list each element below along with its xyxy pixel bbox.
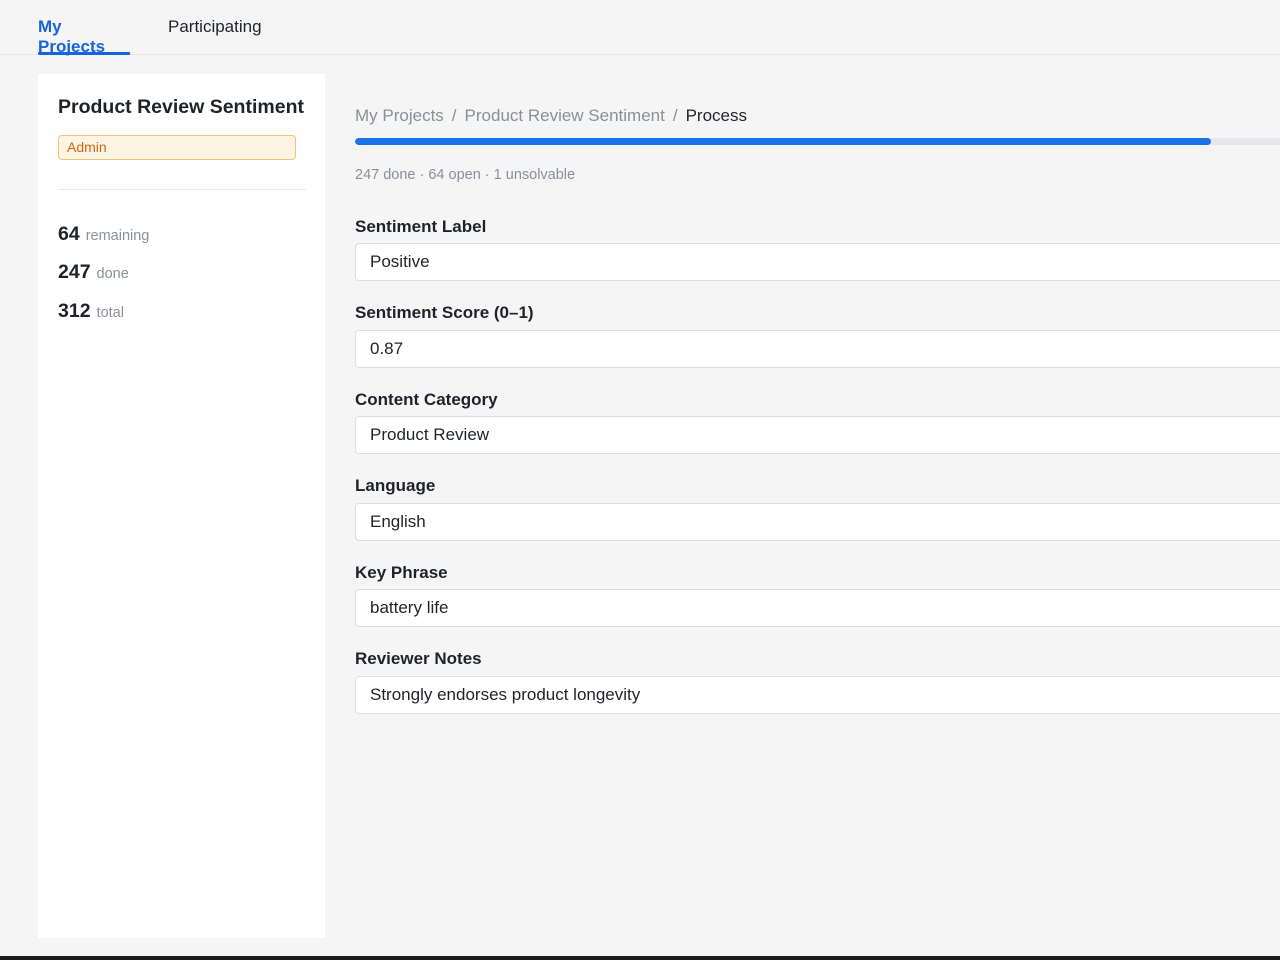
language-label: Language <box>355 476 436 495</box>
breadcrumb: My Projects / Product Review Sentiment / Pro… <box>355 106 747 126</box>
stat-label: done <box>96 266 129 282</box>
progress-summary: 247 done · 64 open · 1 unsolvable <box>355 167 576 183</box>
stat-done: 247 done <box>58 261 129 284</box>
breadcrumb-separator: / <box>451 106 457 125</box>
stat-value: 64 <box>58 223 80 245</box>
sentiment-score-input[interactable] <box>355 330 1280 368</box>
stat-remaining: 64 remaining <box>58 223 149 246</box>
key-phrase-input[interactable] <box>355 589 1280 627</box>
progress-fill <box>355 138 1211 145</box>
content-category-input[interactable] <box>355 416 1280 454</box>
project-sidebar: Product Review Sentiment Admin 64 remaini… <box>38 74 325 938</box>
tab-my-projects[interactable]: My Projects <box>38 17 130 56</box>
top-nav: My Projects Participating <box>0 0 1280 56</box>
language-input[interactable] <box>355 503 1280 541</box>
sentiment-label-input[interactable] <box>355 243 1280 281</box>
breadcrumb-project[interactable]: Product Review Sentiment <box>465 106 665 125</box>
sentiment-score-label: Sentiment Score (0–1) <box>355 303 534 322</box>
content-category-label: Content Category <box>355 390 498 409</box>
stat-value: 312 <box>58 300 91 322</box>
progress-bar <box>355 138 1280 145</box>
sentiment-label-label: Sentiment Label <box>355 217 487 236</box>
stat-total: 312 total <box>58 300 124 323</box>
stat-label: remaining <box>85 228 150 244</box>
project-title: Product Review Sentiment <box>58 96 304 118</box>
breadcrumb-separator: / <box>672 106 678 125</box>
breadcrumb-current: Process <box>685 106 748 125</box>
sidebar-divider <box>58 189 306 190</box>
breadcrumb-my-projects[interactable]: My Projects <box>355 106 444 125</box>
key-phrase-label: Key Phrase <box>355 563 448 582</box>
stat-value: 247 <box>58 261 91 283</box>
stat-label: total <box>96 305 124 321</box>
tab-participating[interactable]: Participating <box>168 17 262 55</box>
role-badge: Admin <box>58 135 296 160</box>
window-bottom-edge <box>0 956 1280 960</box>
reviewer-notes-input[interactable] <box>355 676 1280 714</box>
reviewer-notes-label: Reviewer Notes <box>355 649 482 668</box>
